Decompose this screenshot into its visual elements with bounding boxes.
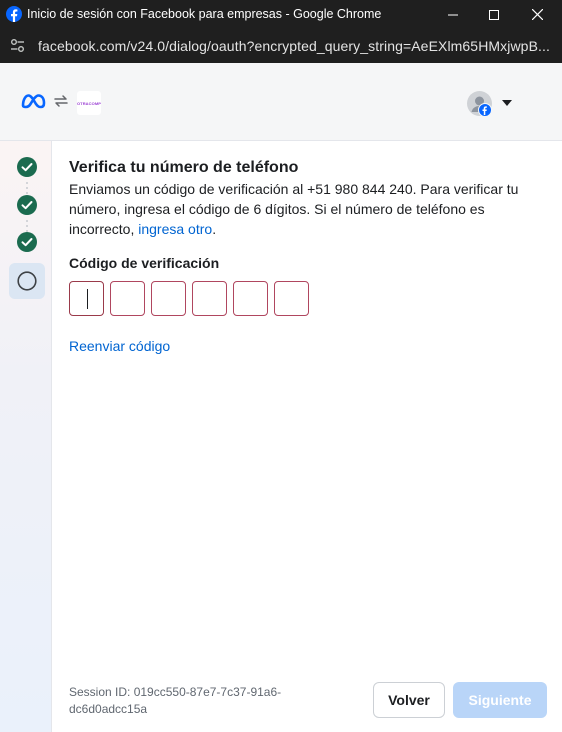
maximize-icon — [489, 9, 499, 20]
enter-another-number-link[interactable]: ingresa otro — [138, 221, 212, 237]
facebook-icon — [6, 6, 22, 22]
code-input-group — [69, 281, 309, 316]
main-content: Verifica tu número de teléfono Enviamos … — [53, 141, 562, 732]
resend-code-link[interactable]: Reenviar código — [69, 338, 170, 354]
description-end: . — [212, 221, 217, 237]
code-digit-input[interactable] — [192, 281, 227, 316]
url-text[interactable]: facebook.com/v24.0/dialog/oauth?encrypte… — [38, 38, 550, 54]
code-label: Código de verificación — [69, 255, 220, 271]
code-digit-input[interactable] — [69, 281, 104, 316]
dialog-header: OTRACOMP — [0, 63, 562, 141]
close-icon — [531, 9, 543, 20]
code-digit-input[interactable] — [274, 281, 309, 316]
site-settings-icon[interactable] — [9, 37, 26, 54]
progress-stepper — [0, 141, 52, 732]
chevron-down-icon[interactable] — [501, 99, 513, 107]
address-bar: facebook.com/v24.0/dialog/oauth?encrypte… — [0, 29, 562, 63]
code-digit-input[interactable] — [233, 281, 268, 316]
window-title: Inicio de sesión con Facebook para empre… — [27, 7, 382, 21]
description: Enviamos un código de verificación al +5… — [69, 179, 544, 239]
step-current-icon — [17, 271, 37, 291]
session-id: Session ID: 019cc550-87e7-7c37-91a6-dc6d… — [69, 685, 282, 716]
step-complete-icon — [17, 157, 37, 177]
maximize-button[interactable] — [474, 0, 514, 29]
close-button[interactable] — [517, 0, 557, 29]
minimize-icon — [448, 14, 458, 15]
current-step — [9, 263, 45, 299]
text-cursor — [87, 289, 88, 309]
description-text: Enviamos un código de verificación al +5… — [69, 181, 519, 237]
minimize-button[interactable] — [433, 0, 473, 29]
partner-logo-text: OTRACOMP — [76, 100, 102, 106]
facebook-badge-icon — [478, 103, 492, 117]
step-complete-icon — [17, 195, 37, 215]
code-digit-input[interactable] — [151, 281, 186, 316]
meta-logo-icon — [21, 94, 46, 109]
window-titlebar: Inicio de sesión con Facebook para empre… — [0, 0, 562, 29]
next-button[interactable]: Siguiente — [453, 682, 547, 718]
back-button[interactable]: Volver — [373, 682, 445, 718]
step-complete-icon — [17, 232, 37, 252]
sync-icon — [54, 95, 68, 107]
code-digit-input[interactable] — [110, 281, 145, 316]
page-title: Verifica tu número de teléfono — [69, 159, 299, 176]
partner-logo: OTRACOMP — [77, 91, 101, 115]
